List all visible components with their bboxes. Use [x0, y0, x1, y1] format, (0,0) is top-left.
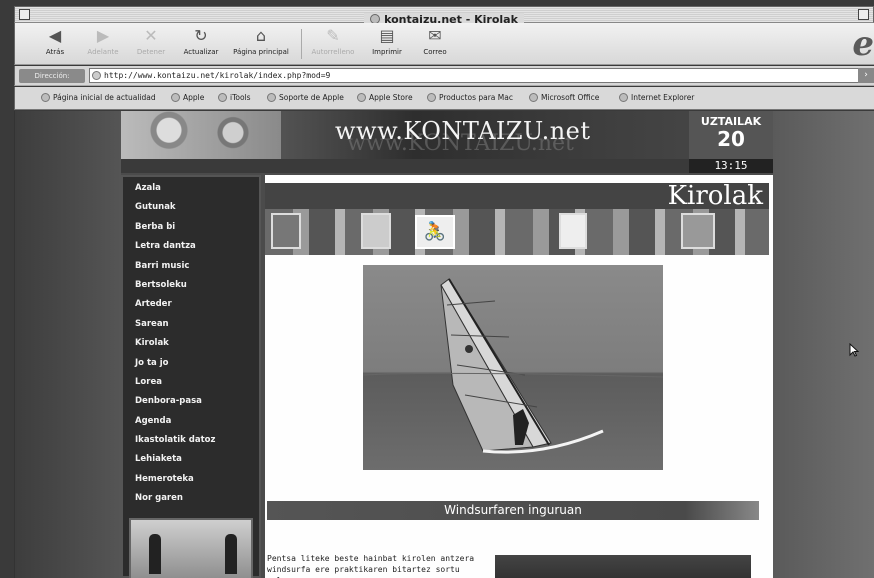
home-button[interactable]: ⌂ Página principal: [229, 26, 293, 57]
favorite-globe-icon: [619, 93, 628, 102]
nav-item[interactable]: Arteder: [123, 295, 259, 314]
forward-button[interactable]: ▶ Adelante: [77, 26, 129, 57]
page-background-left: [15, 111, 121, 578]
cyclist-icon: 🚴: [415, 215, 455, 249]
zoom-box-icon[interactable]: [858, 9, 869, 20]
favorite-globe-icon: [218, 93, 227, 102]
favorite-link[interactable]: Microsoft Office: [529, 93, 599, 102]
nav-item[interactable]: Denbora-pasa: [123, 392, 259, 411]
refresh-label: Actualizar: [183, 48, 219, 56]
favorite-globe-icon: [427, 93, 436, 102]
mail-button[interactable]: ✉ Correo: [409, 26, 461, 57]
favorite-globe-icon: [529, 93, 538, 102]
nav-item[interactable]: Nor garen: [123, 489, 259, 508]
nav-item[interactable]: Kirolak: [123, 334, 259, 353]
site-sidebar: Azala Gutunak Berba bi Letra dantza Barri mu…: [121, 175, 261, 578]
print-icon: ▤: [379, 26, 395, 45]
intro-paragraph: Pentsa liteke beste hainbat kirolen antz…: [267, 554, 475, 578]
home-label: Página principal: [233, 48, 289, 56]
url-field[interactable]: http://www.kontaizu.net/kirolak/index.ph…: [89, 68, 859, 83]
date-box: UZTAILAK 20 13:15: [689, 111, 773, 173]
nav-item[interactable]: Lehiaketa: [123, 450, 259, 469]
favorite-globe-icon: [267, 93, 276, 102]
date-time: 13:15: [689, 159, 773, 173]
site-header: www.KONTAIZU.net www.KONTAIZU.net UZTAIL…: [121, 111, 773, 173]
favorite-globe-icon: [171, 93, 180, 102]
favorite-link[interactable]: Página inicial de actualidad: [41, 93, 156, 102]
print-button[interactable]: ▤ Imprimir: [361, 26, 413, 57]
nav-item[interactable]: Agenda: [123, 412, 259, 431]
section-banner: 🚴 Kirolak: [265, 183, 769, 255]
mail-label: Correo: [423, 48, 447, 56]
header-strip: [121, 159, 689, 173]
autofill-icon: ✎: [326, 26, 340, 45]
favorites-bar: Página inicial de actualidad Apple iTool…: [14, 87, 874, 110]
refresh-icon: ↻: [194, 26, 208, 45]
back-arrow-icon: ◀: [48, 26, 62, 45]
favorite-link[interactable]: iTools: [218, 93, 251, 102]
nav-item[interactable]: Sarean: [123, 315, 259, 334]
site-logo[interactable]: www.KONTAIZU.net: [335, 117, 591, 145]
browser-toolbar: ◀ Atrás ▶ Adelante ✕ Detener ↻ Actualiza…: [14, 23, 874, 65]
nav-item[interactable]: Barri music: [123, 257, 259, 276]
section-title-bar: Windsurfaren inguruan: [267, 501, 759, 520]
address-bar: Dirección: http://www.kontaizu.net/kirol…: [14, 66, 874, 86]
nav-item[interactable]: Lorea: [123, 373, 259, 392]
back-label: Atrás: [45, 48, 65, 56]
back-button[interactable]: ◀ Atrás: [29, 26, 81, 57]
stop-button[interactable]: ✕ Detener: [125, 26, 177, 57]
favorite-link[interactable]: Productos para Mac: [427, 93, 513, 102]
favorite-link[interactable]: Soporte de Apple: [267, 93, 344, 102]
favorite-globe-icon: [357, 93, 366, 102]
nav-item[interactable]: Bertsoleku: [123, 276, 259, 295]
nav-item[interactable]: Letra dantza: [123, 237, 259, 256]
forward-arrow-icon: ▶: [96, 26, 110, 45]
nav-item[interactable]: Azala: [123, 179, 259, 198]
mouse-pointer-icon: [849, 343, 859, 357]
sidebar-photo: [129, 518, 253, 578]
windsurf-photo: [363, 265, 663, 470]
address-label: Dirección:: [19, 69, 85, 83]
refresh-button[interactable]: ↻ Actualizar: [175, 26, 227, 57]
date-month: UZTAILAK: [700, 115, 762, 128]
stop-icon: ✕: [144, 26, 158, 45]
page-favicon-icon: [92, 71, 101, 80]
nav-item[interactable]: Jo ta jo: [123, 354, 259, 373]
article-photo: [495, 555, 751, 578]
mail-icon: ✉: [428, 26, 442, 45]
nav-item[interactable]: Ikastolatik datoz: [123, 431, 259, 450]
print-label: Imprimir: [372, 48, 402, 56]
go-button[interactable]: ›: [858, 68, 874, 83]
nav-item[interactable]: Berba bi: [123, 218, 259, 237]
date-day: 20: [717, 127, 745, 151]
internet-explorer-logo-icon: e: [852, 24, 874, 64]
toolbar-separator: [301, 29, 302, 59]
autofill-button[interactable]: ✎ Autorrelleno: [307, 26, 359, 57]
url-text: http://www.kontaizu.net/kirolak/index.ph…: [104, 71, 331, 80]
favorite-link[interactable]: Apple: [171, 93, 204, 102]
banner-title: Kirolak: [667, 183, 763, 211]
main-content: 🚴 Kirolak Windsurfaren inguruan Pentsa l…: [265, 175, 773, 578]
favorite-link[interactable]: Internet Explorer: [619, 93, 694, 102]
autofill-label: Autorrelleno: [311, 48, 355, 56]
stop-label: Detener: [136, 48, 166, 56]
header-photo: [121, 111, 281, 159]
home-icon: ⌂: [255, 26, 267, 45]
window-title-bar[interactable]: kontaizu.net - Kirolak: [14, 6, 874, 27]
forward-label: Adelante: [87, 48, 119, 56]
site-nav-list: Azala Gutunak Berba bi Letra dantza Barri mu…: [123, 177, 259, 509]
nav-item[interactable]: Hemeroteka: [123, 470, 259, 489]
page-viewport[interactable]: www.KONTAIZU.net www.KONTAIZU.net UZTAIL…: [14, 111, 874, 578]
nav-item[interactable]: Gutunak: [123, 198, 259, 217]
favorite-link[interactable]: Apple Store: [357, 93, 413, 102]
favorite-globe-icon: [41, 93, 50, 102]
